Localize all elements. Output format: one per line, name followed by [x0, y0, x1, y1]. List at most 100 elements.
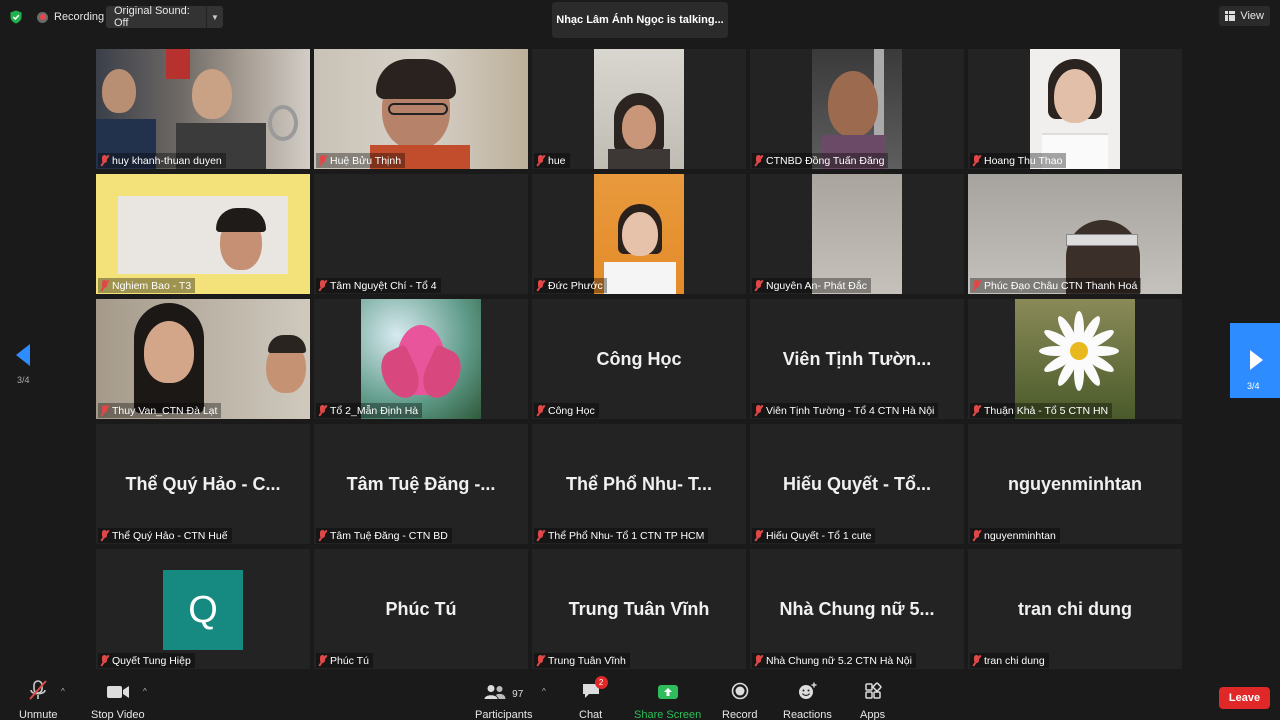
gallery-view: huy khanh-thuan duyen Huệ Bửu Thịnh hue [96, 49, 1185, 671]
participant-display-name: Công Học [596, 348, 682, 369]
participant-tile[interactable]: Tổ 2_Mẫn Định Hà [314, 299, 528, 419]
participant-tile[interactable]: Trung Tuân Vĩnh Trung Tuân Vĩnh [532, 549, 746, 669]
top-bar: Recording Original Sound: Off ▼ Nhạc Lâm… [0, 0, 1280, 38]
mic-muted-icon [100, 655, 109, 666]
participant-tile[interactable]: hue [532, 49, 746, 169]
participants-button[interactable]: 97 Participants [475, 680, 532, 720]
arrow-right-icon [1250, 350, 1263, 370]
record-button[interactable]: Record [722, 680, 757, 720]
participant-name-label: Công Học [534, 403, 599, 418]
participant-name-label: Phúc Tú [316, 653, 373, 668]
mic-muted-icon [318, 405, 327, 416]
recording-label: Recording [54, 11, 105, 23]
video-feed [1030, 49, 1120, 169]
participant-name-label: huy khanh-thuan duyen [98, 153, 226, 168]
participant-name-label: Viên Tịnh Tường - Tổ 4 CTN Hà Nội [752, 403, 939, 418]
reactions-button[interactable]: Reactions [783, 680, 832, 720]
participant-tile[interactable]: Tâm Tuệ Đăng -... Tâm Tuệ Đăng - CTN BD [314, 424, 528, 544]
recording-indicator[interactable]: Recording [37, 9, 104, 25]
chevron-up-icon[interactable]: ^ [143, 687, 147, 696]
daisy-icon [1039, 311, 1119, 391]
participant-display-name: Viên Tịnh Tườn... [782, 348, 932, 369]
mic-muted-icon [318, 280, 327, 291]
participant-tile[interactable]: Nguyên An- Phát Đắc [750, 174, 964, 294]
participant-tile[interactable]: Phúc Tú Phúc Tú [314, 549, 528, 669]
previous-page-button[interactable]: 3/4 [12, 344, 36, 394]
record-label: Record [722, 709, 758, 720]
participant-tile[interactable]: Đức Phước [532, 174, 746, 294]
participant-tile[interactable]: Thuy Van_CTN Đà Lạt [96, 299, 310, 419]
video-camera-icon [106, 686, 129, 698]
participant-display-name: Tâm Tuệ Đăng -... [346, 473, 496, 494]
smiley-plus-icon [799, 682, 817, 699]
participant-name-label: Thể Quý Hảo - CTN Huế [98, 528, 232, 543]
participant-tile[interactable]: Phúc Đạo Châu CTN Thanh Hoá [968, 174, 1182, 294]
participant-tile[interactable]: Công Học Công Học [532, 299, 746, 419]
chat-button[interactable]: 2 Chat [579, 676, 608, 720]
participant-name-label: Tâm Tuệ Đăng - CTN BD [316, 528, 452, 543]
participant-display-name: nguyenminhtan [1008, 473, 1142, 494]
participant-name-label: Nghiem Bao - T3 [98, 278, 196, 293]
mic-muted-icon [972, 530, 981, 541]
shield-check-icon[interactable] [9, 10, 23, 24]
participant-tile[interactable]: Thuận Khả - Tổ 5 CTN HN [968, 299, 1182, 419]
participant-tile[interactable]: Thể Phổ Nhu- T... Thể Phổ Nhu- Tổ 1 CTN … [532, 424, 746, 544]
chevron-down-icon[interactable]: ▼ [206, 6, 223, 28]
apps-icon [864, 682, 882, 699]
participant-tile[interactable]: Hiếu Quyết - Tổ... Hiếu Quyết - Tổ 1 cut… [750, 424, 964, 544]
chevron-up-icon[interactable]: ^ [542, 687, 546, 696]
unmute-label: Unmute [19, 709, 58, 720]
original-sound-toggle[interactable]: Original Sound: Off ▼ [106, 5, 223, 29]
participant-display-name: Thể Quý Hảo - C... [125, 473, 281, 494]
participant-name-label: Tổ 2_Mẫn Định Hà [316, 403, 423, 418]
stop-video-button[interactable]: Stop Video [91, 680, 145, 720]
original-sound-label: Original Sound: Off [114, 5, 190, 29]
participant-tile[interactable]: nguyenminhtan nguyenminhtan [968, 424, 1182, 544]
mic-muted-icon [754, 655, 763, 666]
next-page-button[interactable]: 3/4 [1230, 323, 1280, 398]
record-icon [731, 682, 749, 700]
share-screen-label: Share Screen [634, 709, 702, 720]
mic-muted-icon [536, 155, 545, 166]
participant-tile[interactable]: Nghiem Bao - T3 [96, 174, 310, 294]
video-feed [968, 174, 1182, 294]
participant-tile[interactable]: huy khanh-thuan duyen [96, 49, 310, 169]
participant-tile[interactable]: Huệ Bửu Thịnh [314, 49, 528, 169]
video-feed [812, 49, 902, 169]
view-button[interactable]: View [1219, 6, 1270, 26]
participant-tile[interactable]: Thể Quý Hảo - C... Thể Quý Hảo - CTN Huế [96, 424, 310, 544]
participant-name-label: Thuy Van_CTN Đà Lạt [98, 403, 222, 418]
participant-name-label: Huệ Bửu Thịnh [316, 153, 406, 168]
participant-name-label: nguyenminhtan [970, 528, 1060, 543]
video-feed [96, 49, 310, 169]
leave-button[interactable]: Leave [1219, 687, 1270, 709]
participants-label: Participants [475, 709, 533, 720]
chevron-up-icon[interactable]: ^ [61, 687, 65, 696]
participant-tile[interactable]: Tâm Nguyệt Chí - Tổ 4 [314, 174, 528, 294]
participant-name-label: Quyết Tung Hiệp [98, 653, 195, 668]
participant-tile[interactable]: Hoang Thu Thao [968, 49, 1182, 169]
participant-tile[interactable]: CTNBD Đồng Tuấn Đăng [750, 49, 964, 169]
view-label: View [1240, 10, 1264, 22]
active-speaker-banner: Nhạc Lâm Ánh Ngọc is talking... [552, 2, 728, 38]
mic-muted-icon [754, 280, 763, 291]
video-feed [594, 49, 684, 169]
share-screen-button[interactable]: Share Screen [634, 680, 701, 720]
apps-button[interactable]: Apps [860, 680, 885, 720]
participant-tile[interactable]: tran chi dung tran chi dung [968, 549, 1182, 669]
participant-tile[interactable]: Nhà Chung nữ 5... Nhà Chung nữ 5.2 CTN H… [750, 549, 964, 669]
participant-tile[interactable]: Viên Tịnh Tườn... Viên Tịnh Tường - Tổ 4… [750, 299, 964, 419]
profile-picture [1015, 299, 1135, 419]
participant-tile[interactable]: Q Quyết Tung Hiệp [96, 549, 310, 669]
video-feed [594, 174, 684, 294]
unmute-button[interactable]: Unmute [19, 680, 58, 720]
mic-muted-icon [318, 530, 327, 541]
video-feed [96, 174, 310, 294]
mic-muted-icon [972, 280, 981, 291]
participant-display-name: Hiếu Quyết - Tổ... [782, 473, 931, 494]
video-feed [314, 49, 528, 169]
participant-name-label: Thuận Khả - Tổ 5 CTN HN [970, 403, 1113, 418]
mic-muted-icon [536, 530, 545, 541]
chat-unread-badge: 2 [594, 676, 608, 689]
mic-muted-icon [318, 655, 327, 666]
